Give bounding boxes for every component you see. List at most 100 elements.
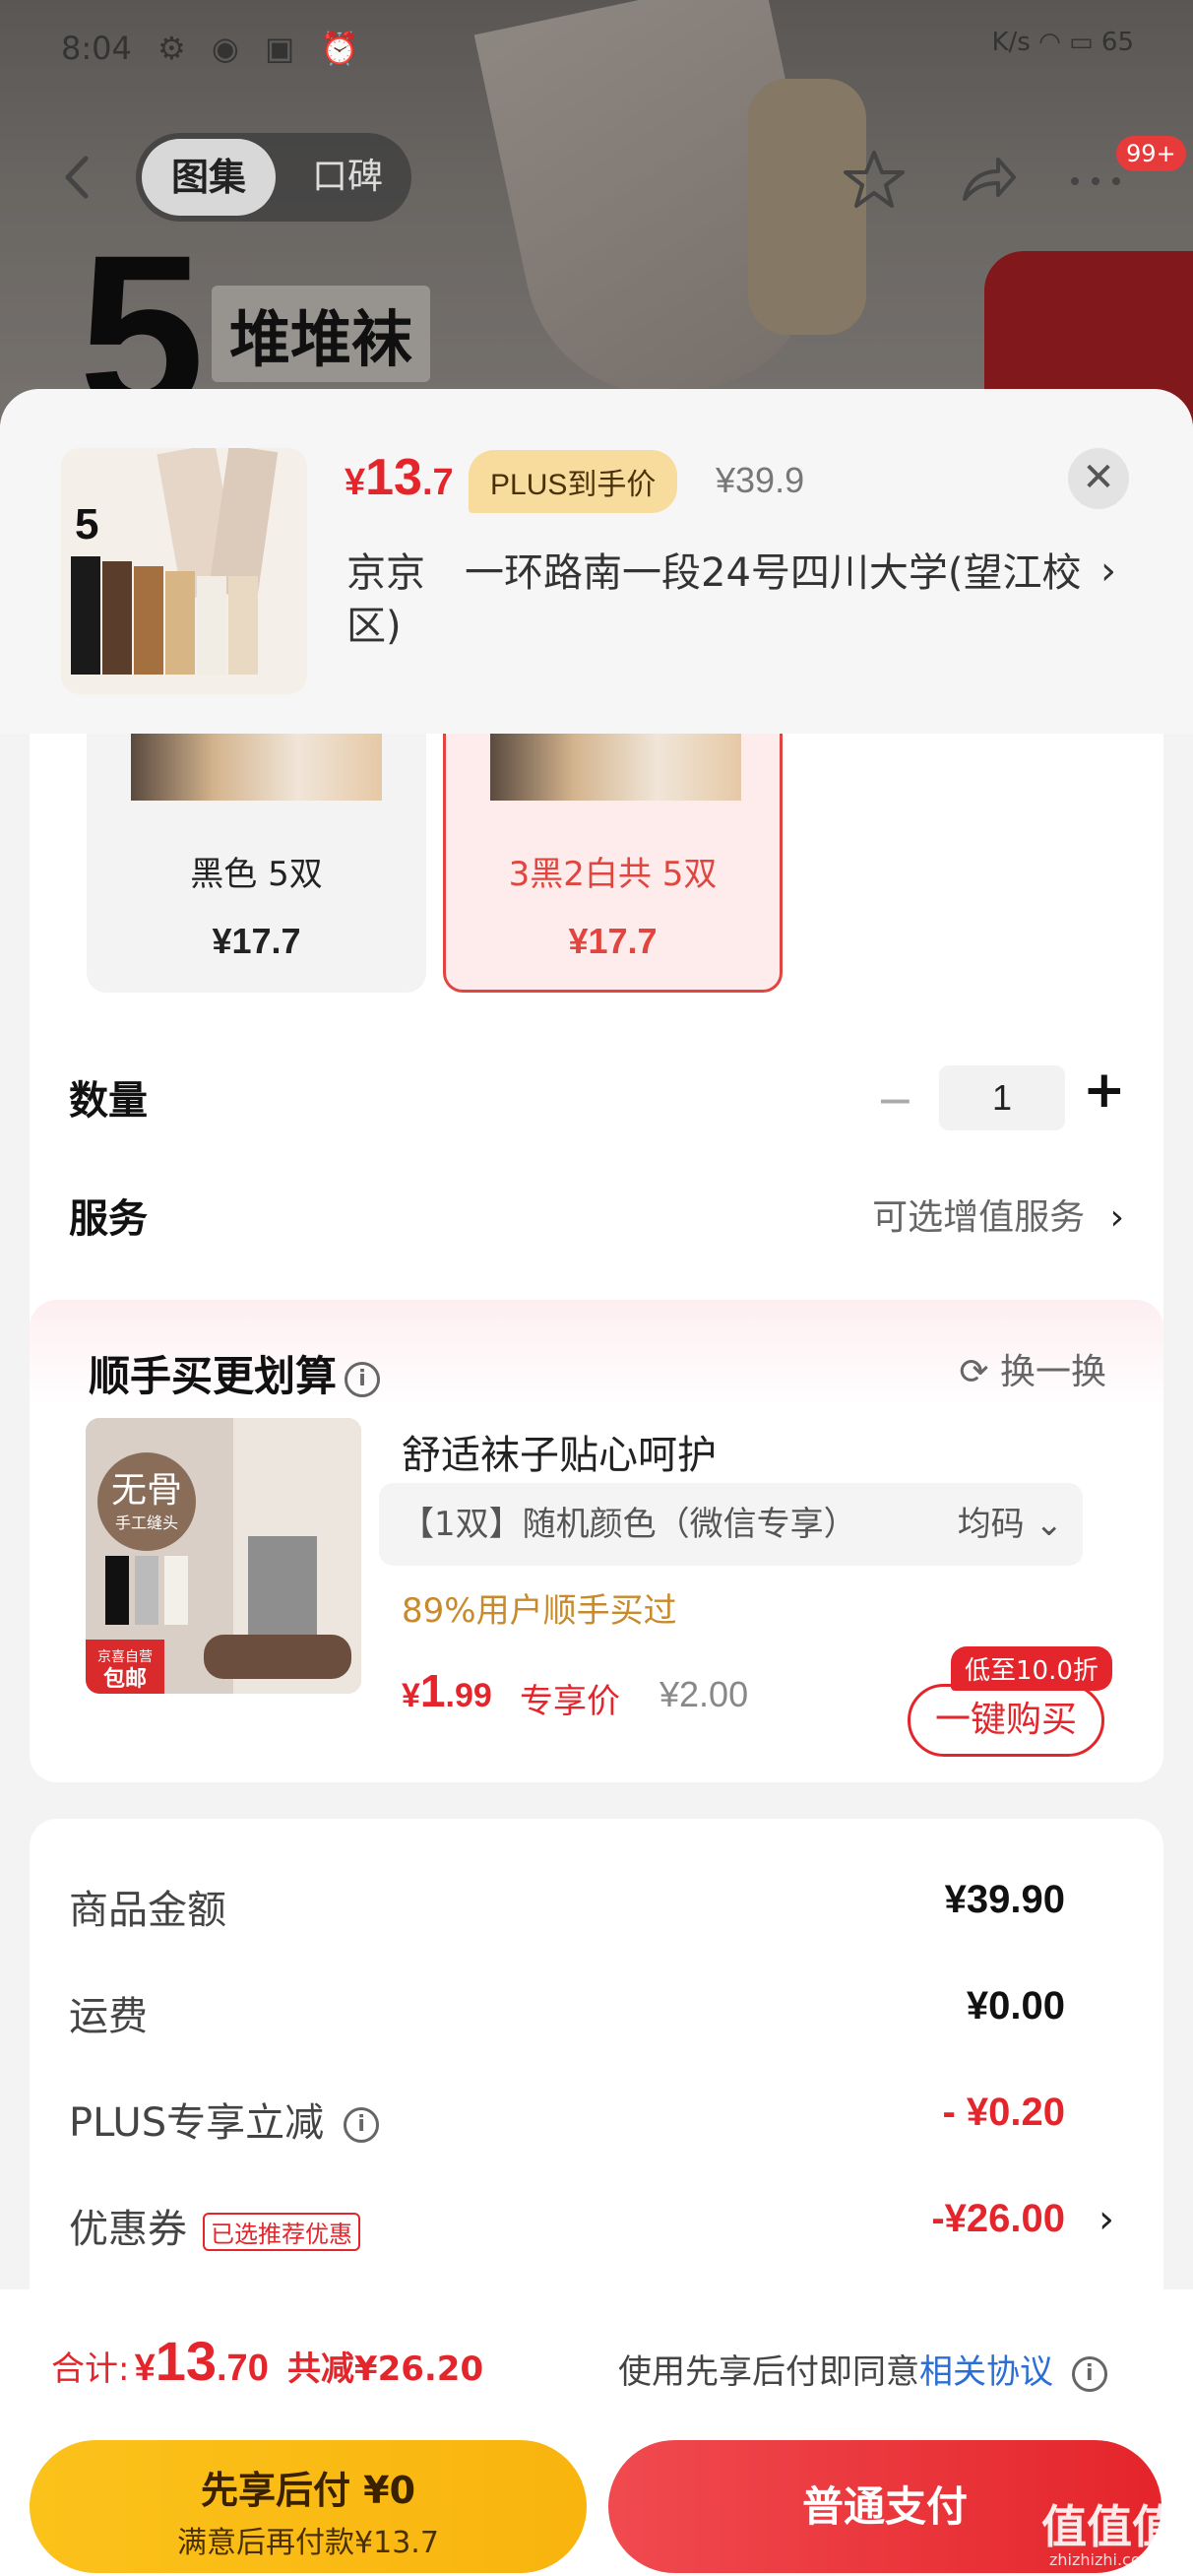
info-icon[interactable]: i: [344, 2107, 380, 2143]
summary-label: PLUS专享立减 i: [69, 2091, 380, 2148]
upsell-image-badge: 无骨: [111, 1470, 182, 1511]
total-saved: 共减¥26.20: [286, 2350, 484, 2389]
service-value: 可选增值服务: [872, 1197, 1086, 1238]
summary-row-coupon[interactable]: 优惠券 已选推荐优惠 -¥26.00 ›: [69, 2197, 1124, 2256]
upsell-card: 顺手买更划算 i ⟳ 换一换 无骨 手工缝头 京喜自营 包邮 舒适袜子贴心呵护 …: [30, 1300, 1163, 1782]
chevron-right-icon: ›: [1109, 1197, 1124, 1238]
variant-label: 黑色 5双: [190, 855, 323, 894]
variant-option-black[interactable]: 黑色 5双 ¥17.7: [87, 734, 426, 993]
quantity-label: 数量: [69, 1078, 148, 1124]
upsell-price-label: 专享价: [520, 1682, 620, 1721]
quantity-input[interactable]: 1: [939, 1065, 1065, 1130]
upsell-original-price: ¥2.00: [659, 1674, 749, 1714]
plus-price-tag: PLUS到手价: [469, 450, 678, 513]
total-amount: 合计: ¥13.70 共减¥26.20: [51, 2329, 483, 2393]
summary-label: 商品金额: [69, 1888, 226, 1933]
tab-gallery[interactable]: 图集: [142, 139, 276, 216]
total-dec: .70: [217, 2348, 269, 2389]
upsell-option-value: 【1双】随机颜色（微信专享）: [401, 1505, 857, 1544]
upsell-size: 均码 ⌄: [958, 1483, 1063, 1566]
delivery-address[interactable]: 京京 一环路南一段24号四川大学(望江校区): [346, 547, 1114, 653]
summary-label: 优惠券 已选推荐优惠: [69, 2197, 360, 2254]
refresh-icon: ⟳: [959, 1352, 989, 1392]
close-button[interactable]: ✕: [1068, 448, 1129, 509]
summary-row-plus-discount: PLUS专享立减 i - ¥0.20: [69, 2091, 1124, 2150]
upsell-image-art: 无骨 手工缝头 京喜自营 包邮: [86, 1418, 361, 1694]
status-bar: 8:04 ⚙ ◉ ▣ ⏰ K/s ◠ ▭ 65: [0, 0, 1193, 98]
summary-label: 运费: [69, 1994, 148, 2039]
upsell-option-dropdown[interactable]: 【1双】随机颜色（微信专享） 均码 ⌄: [379, 1483, 1083, 1566]
total-int: 13: [155, 2330, 217, 2392]
refresh-label: 换一换: [999, 1352, 1106, 1392]
watermark-logo: 值值值: [1041, 2500, 1177, 2553]
favorite-star-icon[interactable]: [842, 148, 907, 213]
variant-price: ¥17.7: [568, 921, 658, 961]
summary-row-shipping: 运费 ¥0.00: [69, 1984, 1124, 2043]
pay-later-button[interactable]: 先享后付 ¥0 满意后再付款¥13.7: [30, 2440, 587, 2573]
chevron-right-icon[interactable]: ›: [1100, 548, 1116, 594]
product-thumbnail-image: 5: [61, 448, 307, 694]
upsell-product-name: 舒适袜子贴心呵护: [402, 1433, 717, 1478]
summary-value: ¥0.00: [966, 1984, 1065, 2028]
service-selector[interactable]: 可选增值服务 ›: [872, 1189, 1124, 1240]
summary-value: ¥39.90: [944, 1878, 1065, 1921]
summary-value: - ¥0.20: [942, 2091, 1065, 2134]
service-label: 服务: [69, 1196, 148, 1242]
variant-label: 3黑2白共 5双: [508, 855, 718, 894]
status-time: 8:04: [61, 30, 132, 67]
refresh-button[interactable]: ⟳ 换一换: [959, 1343, 1106, 1394]
gallery-tab-switch: 图集 口碑: [136, 133, 411, 222]
summary-value: -¥26.00: [931, 2197, 1065, 2240]
variant-option-mixed[interactable]: 3黑2白共 5双 ¥17.7: [443, 734, 783, 993]
info-icon[interactable]: i: [345, 1361, 381, 1397]
status-icons: ⚙ ◉ ▣ ⏰: [157, 30, 368, 67]
summary-row-subtotal: 商品金额 ¥39.90: [69, 1878, 1124, 1937]
agreement-link[interactable]: 相关协议: [919, 2352, 1053, 2392]
summary-label-text: 优惠券: [69, 2207, 187, 2252]
variant-image: [490, 734, 741, 801]
upsell-image-corner2: 包邮: [103, 1666, 147, 1692]
wifi-icon: ◠: [1038, 28, 1070, 57]
agreement-text: 使用先享后付即同意相关协议 i: [618, 2345, 1107, 2393]
original-price: ¥39.9: [716, 460, 805, 500]
battery-level: 65: [1100, 28, 1134, 57]
upsell-buy-rate: 89%用户顺手买过: [402, 1591, 677, 1631]
sheet-header: 5 ¥13.7 PLUS到手价 ¥39.9 ✕ 京京 一环路南一段24号四川大学…: [0, 389, 1193, 734]
info-icon[interactable]: i: [1071, 2355, 1107, 2392]
total-label: 合计:: [51, 2350, 130, 2389]
notification-badge: 99+: [1116, 136, 1186, 171]
upsell-size-value: 均码: [957, 1505, 1025, 1544]
variant-image: [131, 734, 382, 801]
upsell-title-text: 顺手买更划算: [89, 1352, 338, 1400]
total-currency: ¥: [134, 2348, 156, 2389]
upsell-image-badge-sub: 手工缝头: [115, 1513, 178, 1532]
watermark-site: zhizhizhi.com: [1049, 2550, 1157, 2569]
chevron-right-icon[interactable]: ›: [1099, 2197, 1114, 2242]
upsell-price: ¥1.99: [402, 1665, 492, 1716]
quantity-decrease-button[interactable]: −: [876, 1073, 914, 1127]
summary-label-text: PLUS专享立减: [69, 2100, 325, 2146]
quantity-increase-button[interactable]: +: [1083, 1061, 1126, 1120]
chevron-down-icon: ⌄: [1035, 1505, 1064, 1544]
tab-reviews[interactable]: 口碑: [293, 139, 402, 216]
checkout-bar: 合计: ¥13.70 共减¥26.20 使用先享后付即同意相关协议 i 先享后付…: [0, 2289, 1193, 2576]
pay-later-title: 先享后付 ¥0: [200, 2469, 416, 2512]
net-speed: K/s: [991, 28, 1031, 57]
sku-selector-sheet: 5 ¥13.7 PLUS到手价 ¥39.9 ✕ 京京 一环路南一段24号四川大学…: [0, 389, 1193, 2576]
svg-text:5: 5: [75, 500, 98, 548]
product-thumbnail[interactable]: 5: [61, 448, 307, 694]
upsell-product-image[interactable]: 无骨 手工缝头 京喜自营 包邮: [86, 1418, 361, 1694]
one-click-buy-button[interactable]: 一键购买: [908, 1684, 1104, 1757]
current-price: ¥13.7: [345, 449, 454, 506]
agreement-prefix: 使用先享后付即同意: [618, 2352, 919, 2392]
variant-price: ¥17.7: [212, 921, 301, 961]
battery-icon: ▭: [1069, 28, 1094, 57]
status-right: K/s ◠ ▭ 65: [991, 28, 1134, 57]
discount-tag: 低至10.0折: [951, 1646, 1112, 1691]
upsell-image-corner: 京喜自营: [97, 1649, 153, 1665]
back-icon[interactable]: [54, 153, 103, 202]
pay-later-subtitle: 满意后再付款¥13.7: [177, 2526, 439, 2560]
upsell-title: 顺手买更划算 i: [89, 1343, 381, 1403]
coupon-tag: 已选推荐优惠: [203, 2212, 360, 2251]
share-icon[interactable]: [955, 148, 1020, 213]
